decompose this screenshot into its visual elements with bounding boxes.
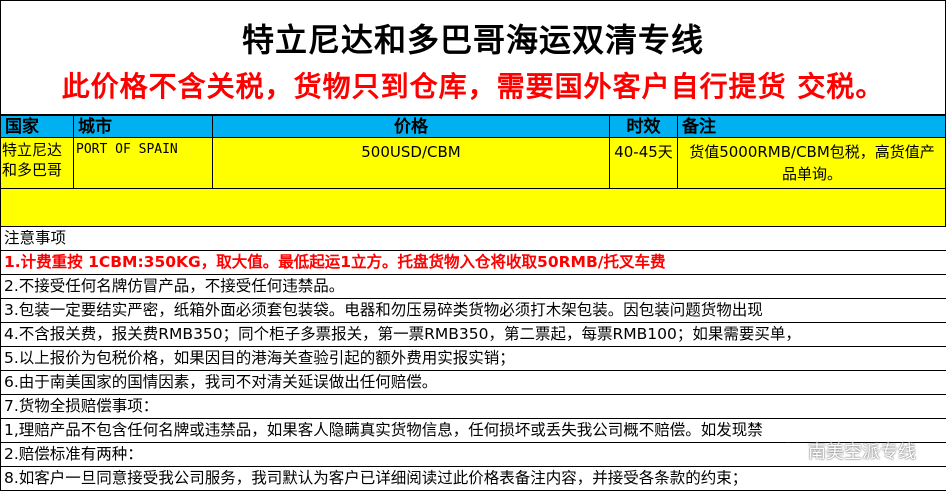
cell-country: 特立尼达和多巴哥 (1, 138, 74, 188)
header-price: 价格 (213, 116, 610, 137)
note-5: 5.以上报价为包税价格，如果因目的港海关查验引起的额外费用实报实销； (0, 347, 946, 371)
header-country: 国家 (1, 116, 74, 137)
cell-price: 500USD/CBM (213, 138, 610, 188)
header-time: 时效 (610, 116, 678, 137)
note-10: 8.如客户一旦同意接受我公司服务，我司默认为客户已详细阅读过此价格表备注内容，并… (0, 467, 946, 491)
empty-yellow-row (0, 189, 946, 227)
note-1: 1.计费重按 1CBM:350KG，取大值。最低起运1立方。托盘货物入仓将收取5… (0, 251, 946, 275)
cell-time: 40-45天 (610, 138, 678, 188)
header-city: 城市 (74, 116, 213, 137)
notes-title: 注意事项 (0, 227, 946, 251)
note-3: 3.包装一定要结实严密，纸箱外面必须套包装袋。电器和勿压易碎类货物必须打木架包装… (0, 299, 946, 323)
price-sheet: 特立尼达和多巴哥海运双清专线 此价格不含关税，货物只到仓库，需要国外客户自行提货… (0, 0, 946, 494)
page-title: 特立尼达和多巴哥海运双清专线 (241, 21, 704, 59)
note-7: 7.货物全损赔偿事项： (0, 395, 946, 419)
note-2: 2.不接受任何名牌仿冒产品，不接受任何违禁品。 (0, 275, 946, 299)
table-header-row: 国家 城市 价格 时效 备注 (0, 114, 946, 138)
wechat-icon (780, 442, 801, 459)
cell-remark: 货值5000RMB/CBM包税，高货值产品单询。 (689, 143, 935, 183)
page-subtitle: 此价格不含关税，货物只到仓库，需要国外客户自行提货 交税。 (61, 70, 885, 103)
watermark: 南美空派专线 (780, 438, 916, 464)
watermark-text: 南美空派专线 (808, 442, 916, 463)
note-4: 4.不含报关费，报关费RMB350；同个柜子多票报关，第一票RMB350，第二票… (0, 323, 946, 347)
table-row: 特立尼达和多巴哥 PORT OF SPAIN 500USD/CBM 40-45天… (0, 138, 946, 189)
cell-city: PORT OF SPAIN (74, 138, 213, 188)
note-6: 6.由于南美国家的国情因素，我司不对清关延误做出任何赔偿。 (0, 371, 946, 395)
header-remark: 备注 (682, 117, 716, 137)
title-block: 特立尼达和多巴哥海运双清专线 此价格不含关税，货物只到仓库，需要国外客户自行提货… (0, 0, 946, 116)
